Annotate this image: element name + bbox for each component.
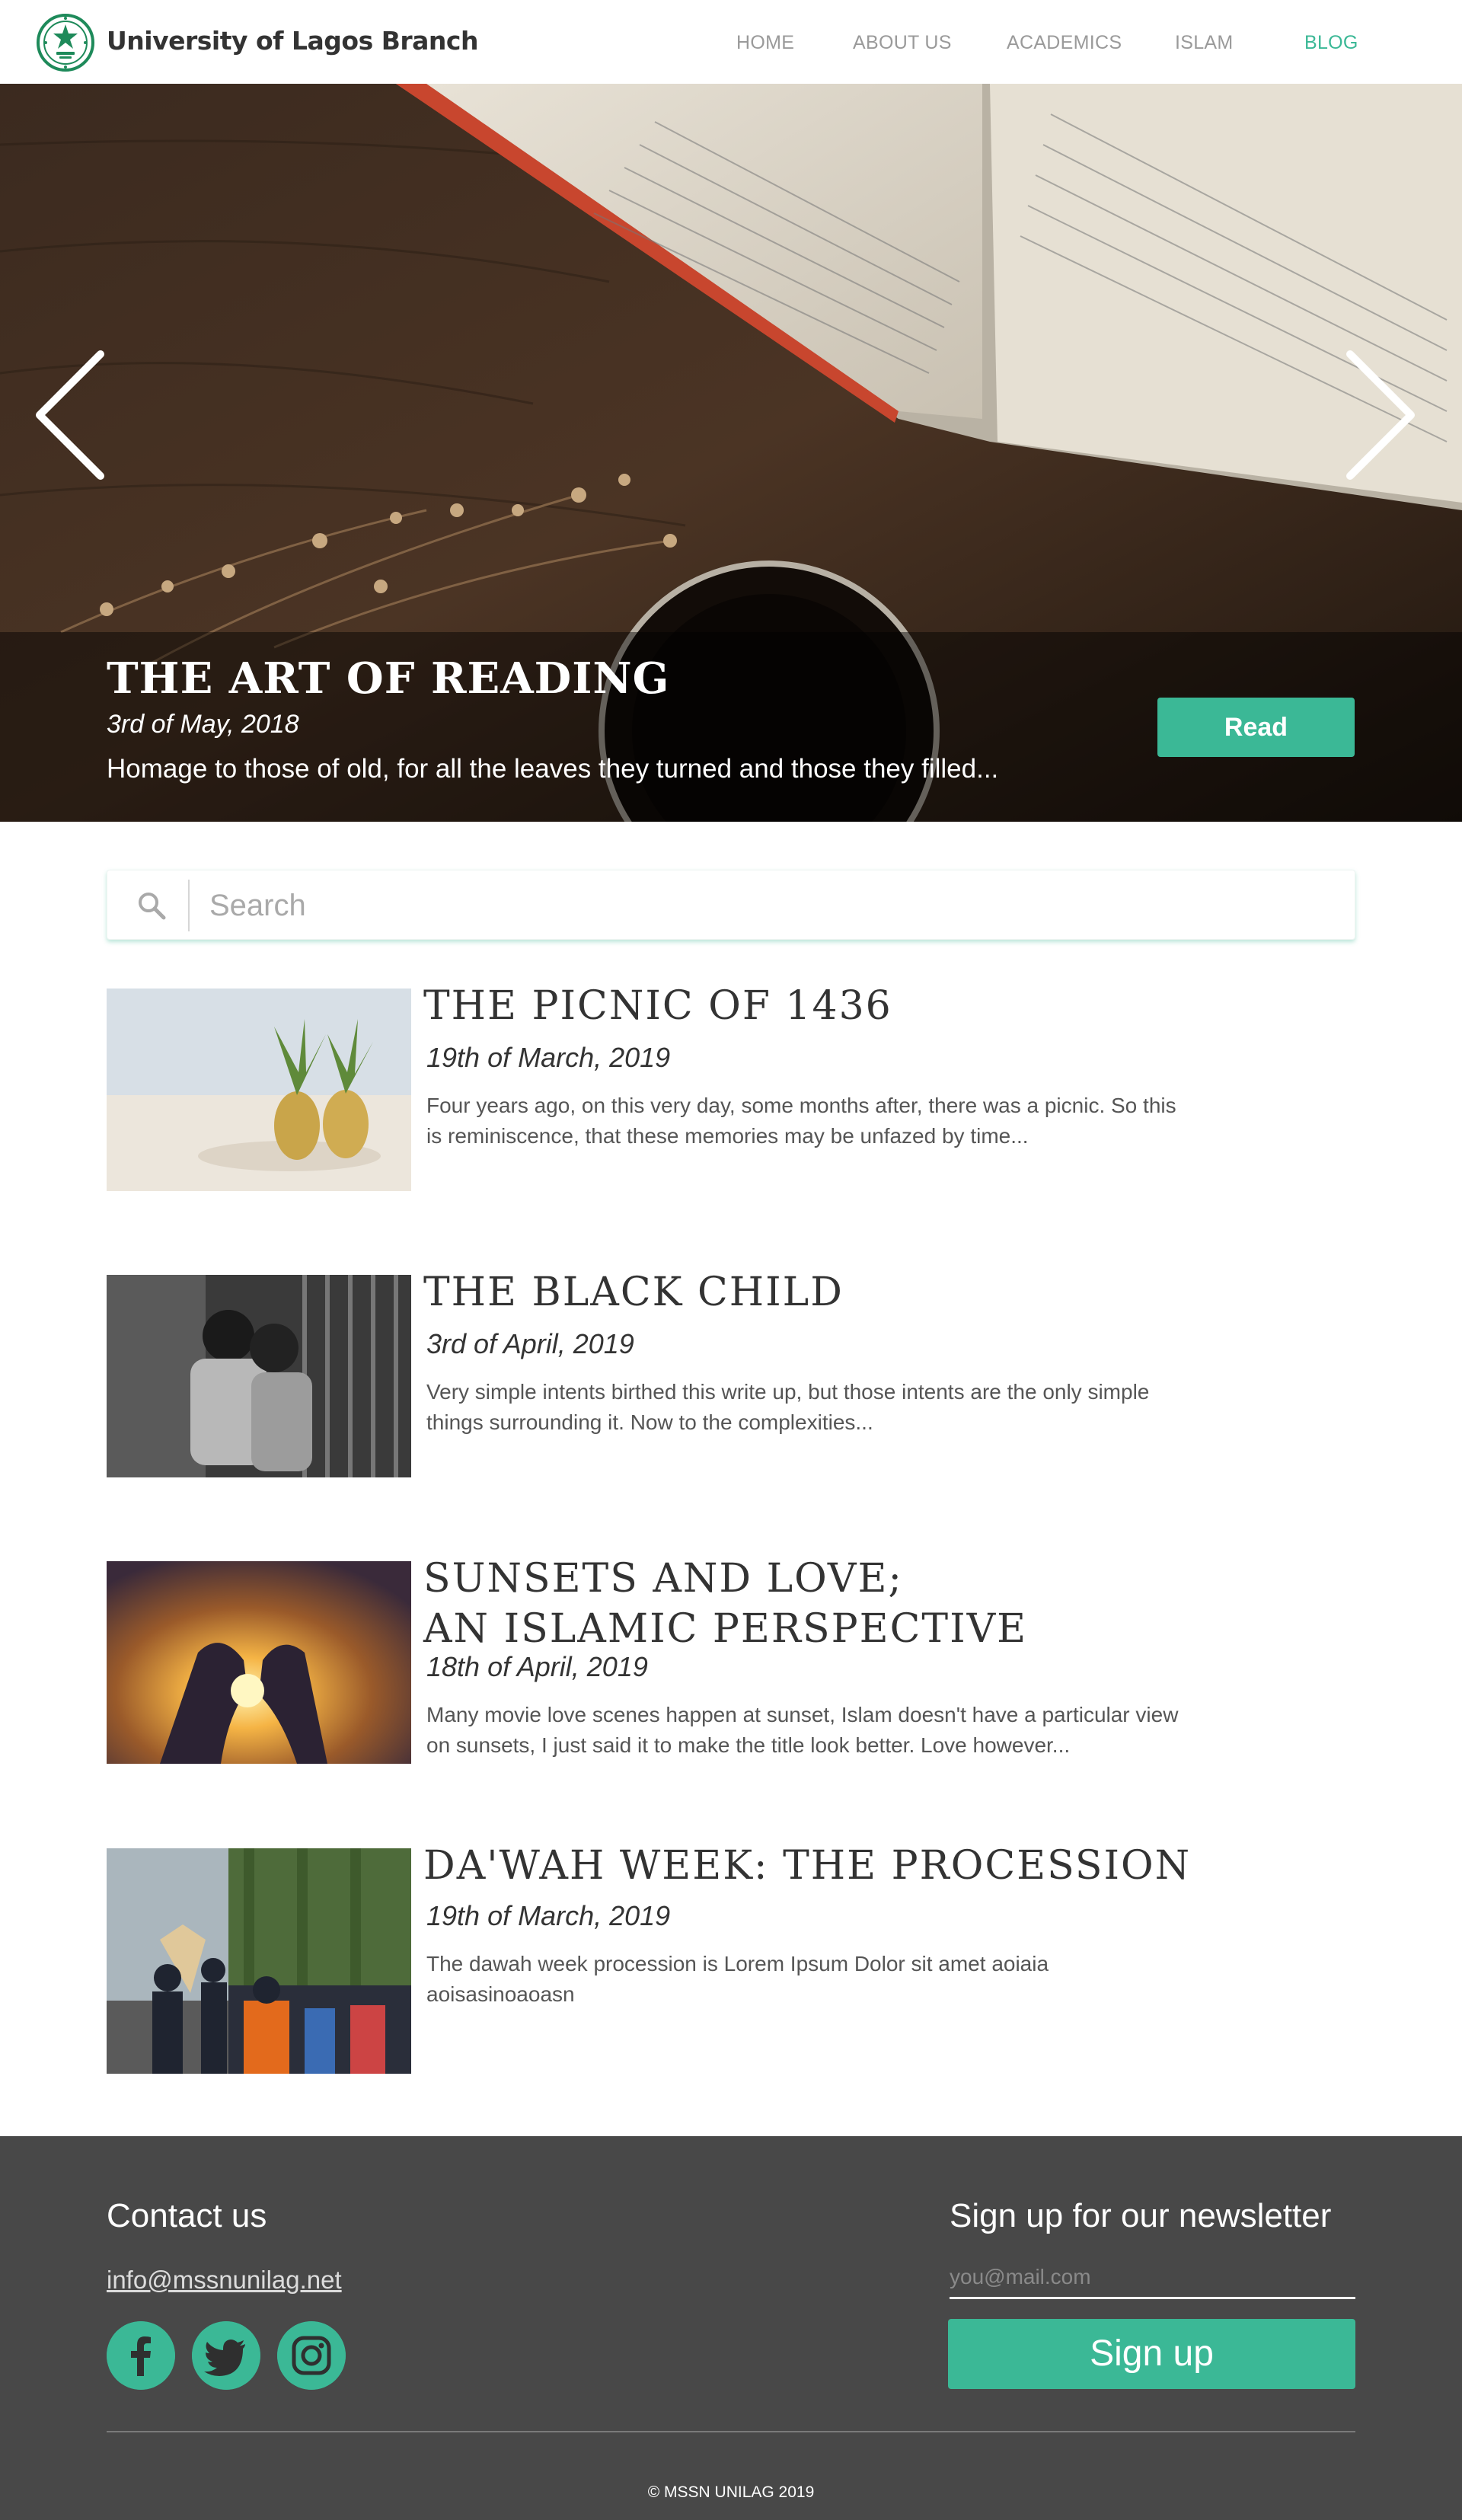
signup-button[interactable]: Sign up xyxy=(948,2319,1355,2389)
chevron-right-icon[interactable] xyxy=(1344,347,1420,484)
hero-excerpt: Homage to those of old, for all the leav… xyxy=(107,754,999,784)
hero-title: THE ART OF READING xyxy=(107,653,670,704)
post-title-line: SUNSETS AND LOVE; xyxy=(423,1556,903,1602)
post-excerpt: Many movie love scenes happen at sunset,… xyxy=(426,1700,1340,1761)
nav-islam[interactable]: ISLAM xyxy=(1175,32,1234,54)
hero-date: 3rd of May, 2018 xyxy=(107,710,299,739)
post-date: 19th of March, 2019 xyxy=(426,1042,671,1073)
post-excerpt-line: Many movie love scenes happen at sunset,… xyxy=(426,1703,1179,1726)
post-title[interactable]: SUNSETS AND LOVE; AN ISLAMIC PERSPECTIVE xyxy=(423,1554,1027,1654)
post-date: 3rd of April, 2019 xyxy=(426,1328,634,1359)
contact-title: Contact us xyxy=(107,2197,267,2234)
post-title[interactable]: DA'WAH WEEK: THE PROCESSION xyxy=(423,1841,1191,1891)
search-icon xyxy=(139,893,166,920)
instagram-icon[interactable] xyxy=(277,2321,346,2390)
post-excerpt-line: Very simple intents birthed this write u… xyxy=(426,1380,1150,1404)
post-excerpt: Four years ago, on this very day, some m… xyxy=(426,1091,1340,1151)
post-excerpt-line: The dawah week procession is Lorem Ipsum… xyxy=(426,1952,1049,1975)
newsletter-title: Sign up for our newsletter xyxy=(950,2197,1332,2234)
nav-academics[interactable]: ACADEMICS xyxy=(1007,32,1122,54)
post-title[interactable]: THE PICNIC OF 1436 xyxy=(423,981,892,1031)
post-excerpt-line: things surrounding it. Now to the comple… xyxy=(426,1410,873,1434)
post-date: 18th of April, 2019 xyxy=(426,1651,648,1682)
twitter-icon[interactable] xyxy=(192,2321,260,2390)
post-thumbnail[interactable] xyxy=(107,989,411,1191)
read-button[interactable]: Read xyxy=(1157,698,1355,757)
site-header: University of Lagos Branch HOME ABOUT US… xyxy=(0,0,1462,84)
footer-divider xyxy=(107,2431,1355,2432)
search-divider xyxy=(188,880,190,931)
post-excerpt-line: aoisasinoaoasn xyxy=(426,1982,575,2006)
post-excerpt-line: Four years ago, on this very day, some m… xyxy=(426,1094,1176,1117)
post-excerpt-line: on sunsets, I just said it to make the t… xyxy=(426,1733,1071,1757)
post-excerpt: The dawah week procession is Lorem Ipsum… xyxy=(426,1949,1340,2010)
site-footer: Contact us info@mssnunilag.net Sign up f… xyxy=(0,2136,1462,2520)
site-brand[interactable]: University of Lagos Branch xyxy=(107,26,478,56)
post-title-line: AN ISLAMIC PERSPECTIVE xyxy=(423,1606,1028,1652)
post-thumbnail[interactable] xyxy=(107,1275,411,1477)
search-bar[interactable] xyxy=(107,870,1355,940)
mssn-seal-icon[interactable] xyxy=(35,11,96,75)
post-excerpt-line: is reminiscence, that these memories may… xyxy=(426,1124,1029,1148)
nav-about-us[interactable]: ABOUT US xyxy=(853,32,952,54)
newsletter-email-field[interactable] xyxy=(950,2257,1355,2299)
search-input[interactable] xyxy=(209,881,1336,930)
post-thumbnail[interactable] xyxy=(107,1561,411,1764)
copyright-text: © MSSN UNILAG 2019 xyxy=(647,2483,815,2501)
facebook-icon[interactable] xyxy=(107,2321,175,2390)
post-date: 19th of March, 2019 xyxy=(426,1900,671,1931)
post-excerpt: Very simple intents birthed this write u… xyxy=(426,1377,1340,1438)
nav-home[interactable]: HOME xyxy=(736,32,794,54)
nav-blog[interactable]: BLOG xyxy=(1304,32,1358,54)
chevron-left-icon[interactable] xyxy=(30,347,107,484)
post-thumbnail[interactable] xyxy=(107,1848,411,2074)
contact-email-link[interactable]: info@mssnunilag.net xyxy=(107,2266,342,2295)
post-title[interactable]: THE BLACK CHILD xyxy=(423,1267,844,1317)
